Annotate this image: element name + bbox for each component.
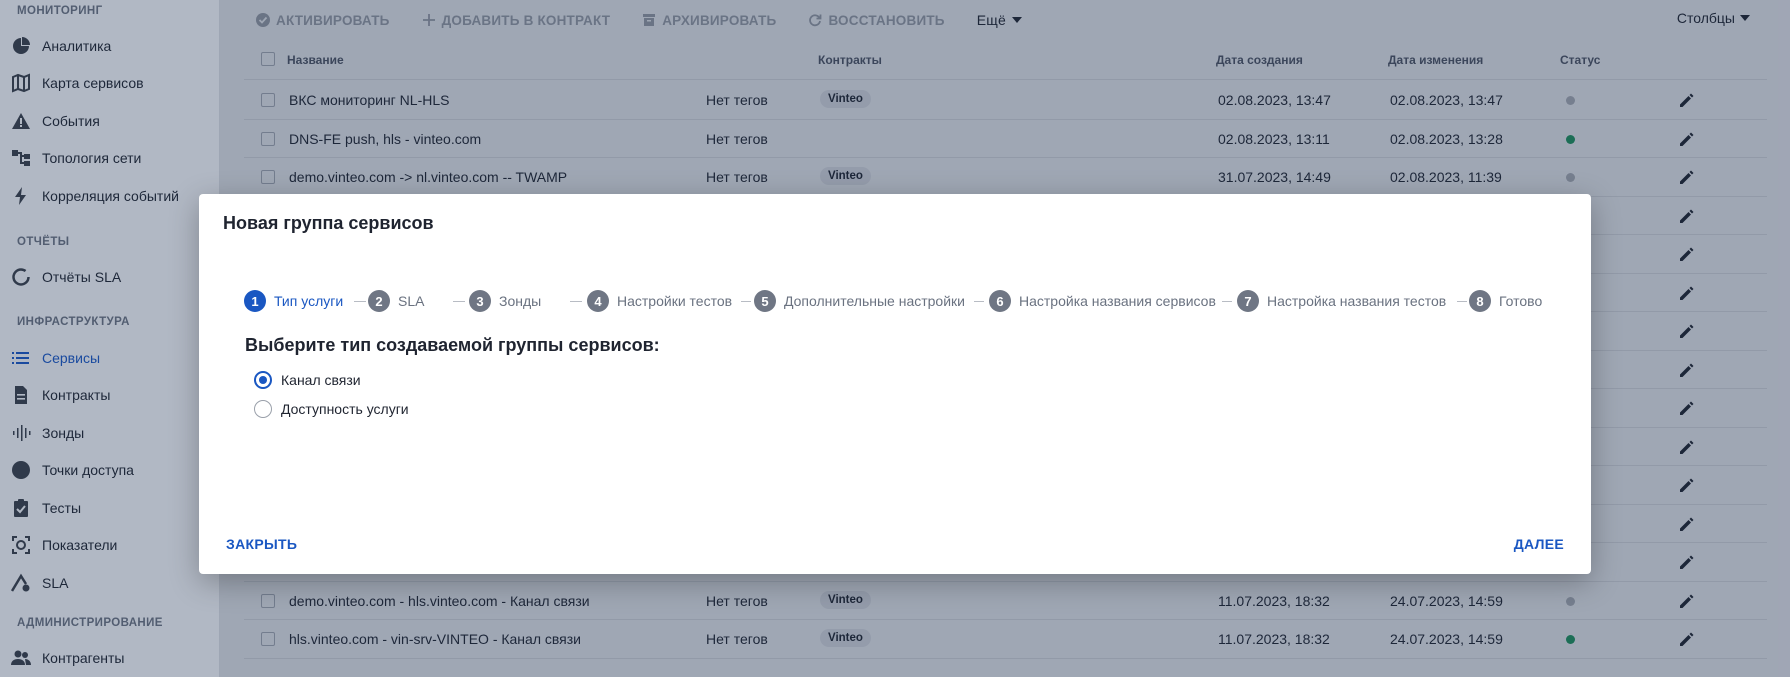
service-type-question: Выберите тип создаваемой группы сервисов…: [245, 335, 660, 355]
dialog-title: Новая группа сервисов: [223, 213, 434, 233]
step-label: Настройка названия сервисов: [1019, 293, 1216, 309]
step-separator: [741, 301, 751, 302]
step-separator: [570, 301, 582, 302]
step-number: 8: [1469, 290, 1491, 312]
step-1[interactable]: 1 Тип услуги: [244, 290, 343, 312]
step-number: 4: [587, 290, 609, 312]
close-button[interactable]: ЗАКРЫТЬ: [226, 536, 297, 552]
step-7[interactable]: 7 Настройка названия тестов: [1237, 290, 1446, 312]
step-label: Настройка названия тестов: [1267, 293, 1447, 309]
step-separator: [453, 301, 465, 302]
step-5[interactable]: 5 Дополнительные настройки: [754, 290, 965, 312]
option-label: Канал связи: [281, 372, 361, 388]
radio-button[interactable]: [254, 400, 272, 418]
step-separator: [1222, 301, 1232, 302]
step-separator: [974, 301, 984, 302]
step-number: 6: [989, 290, 1011, 312]
step-3[interactable]: 3 Зонды: [469, 290, 541, 312]
radio-button-checked[interactable]: [254, 371, 272, 389]
step-2[interactable]: 2 SLA: [368, 290, 424, 312]
step-number: 3: [469, 290, 491, 312]
option-label: Доступность услуги: [281, 401, 409, 417]
step-6[interactable]: 6 Настройка названия сервисов: [989, 290, 1216, 312]
step-number: 5: [754, 290, 776, 312]
step-label: Тип услуги: [274, 293, 344, 309]
step-label: Настройки тестов: [617, 293, 733, 309]
step-label: Дополнительные настройки: [784, 293, 965, 309]
step-number: 7: [1237, 290, 1259, 312]
step-8[interactable]: 8 Готово: [1469, 290, 1542, 312]
next-button[interactable]: ДАЛЕЕ: [1514, 536, 1564, 552]
step-4[interactable]: 4 Настройки тестов: [587, 290, 732, 312]
option-communication-channel[interactable]: Канал связи: [254, 371, 361, 389]
step-label: Зонды: [499, 293, 542, 309]
step-separator: [354, 301, 366, 302]
option-service-availability[interactable]: Доступность услуги: [254, 400, 409, 418]
step-label: Готово: [1499, 293, 1543, 309]
step-number: 2: [368, 290, 390, 312]
stepper: 1 Тип услуги 2 SLA 3 Зонды 4 Настройки т…: [244, 290, 1561, 314]
step-label: SLA: [398, 293, 425, 309]
step-separator: [1457, 301, 1467, 302]
step-number: 1: [244, 290, 266, 312]
new-service-group-dialog: Новая группа сервисов 1 Тип услуги 2 SLA…: [199, 194, 1591, 574]
